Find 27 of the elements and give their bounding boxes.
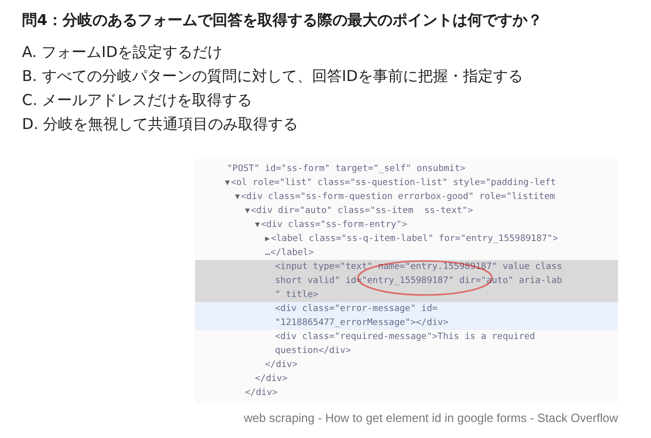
expand-toggle[interactable]: ▼ (235, 190, 240, 204)
question-heading: 問4：分岐のあるフォームで回答を取得する際の最大のポイントは何ですか？ (22, 10, 544, 30)
expand-toggle[interactable]: ▼ (245, 204, 250, 218)
code-line: <div class="ss-form-entry"> (260, 219, 408, 232)
expand-toggle[interactable]: ▼ (225, 176, 230, 190)
answer-option: C. メールアドレスだけを取得する (22, 91, 651, 109)
image-caption: web scraping - How to get element id in google forms - Stack Overflow (242, 410, 618, 427)
expand-toggle[interactable]: ▶ (265, 232, 270, 246)
code-line: "1218865477_errorMessage"></div> (275, 317, 448, 330)
answer-option: D. 分岐を無視して共通項目のみ取得する (22, 115, 651, 133)
code-line: <label class="ss-q-item-label" for="entry_155989187"> (270, 233, 558, 246)
code-line: <div class="ss-form-question errorbox-good" role="listitem (240, 191, 556, 204)
answer-option: A. フォームIDを設定するだけ (22, 43, 651, 61)
code-line: <div class="error-message" id= (275, 303, 438, 316)
code-line: " title> (275, 289, 318, 302)
hovered-node[interactable]: <div class="error-message" id= "1218865477_errorMessage"></div> (195, 302, 618, 330)
expand-toggle[interactable]: ▼ (255, 218, 260, 232)
code-line: question</div> (275, 345, 351, 358)
code-line: …</label> (265, 247, 314, 260)
code-line: </div> (265, 359, 298, 372)
code-line: "POST" id="ss-form" target="_self" onsubmit> (227, 163, 466, 176)
code-line: </div> (245, 387, 278, 400)
code-line: <ol role="list" class="ss-question-list" style="padding-left (230, 177, 556, 190)
code-line: <div dir="auto" class="ss-item ss-text"> (250, 205, 473, 218)
answer-option: B. すべての分岐パターンの質問に対して、回答IDを事前に把握・指定する (22, 67, 651, 85)
code-line: <div class="required-message">This is a required (275, 331, 536, 344)
code-line: </div> (255, 373, 288, 386)
